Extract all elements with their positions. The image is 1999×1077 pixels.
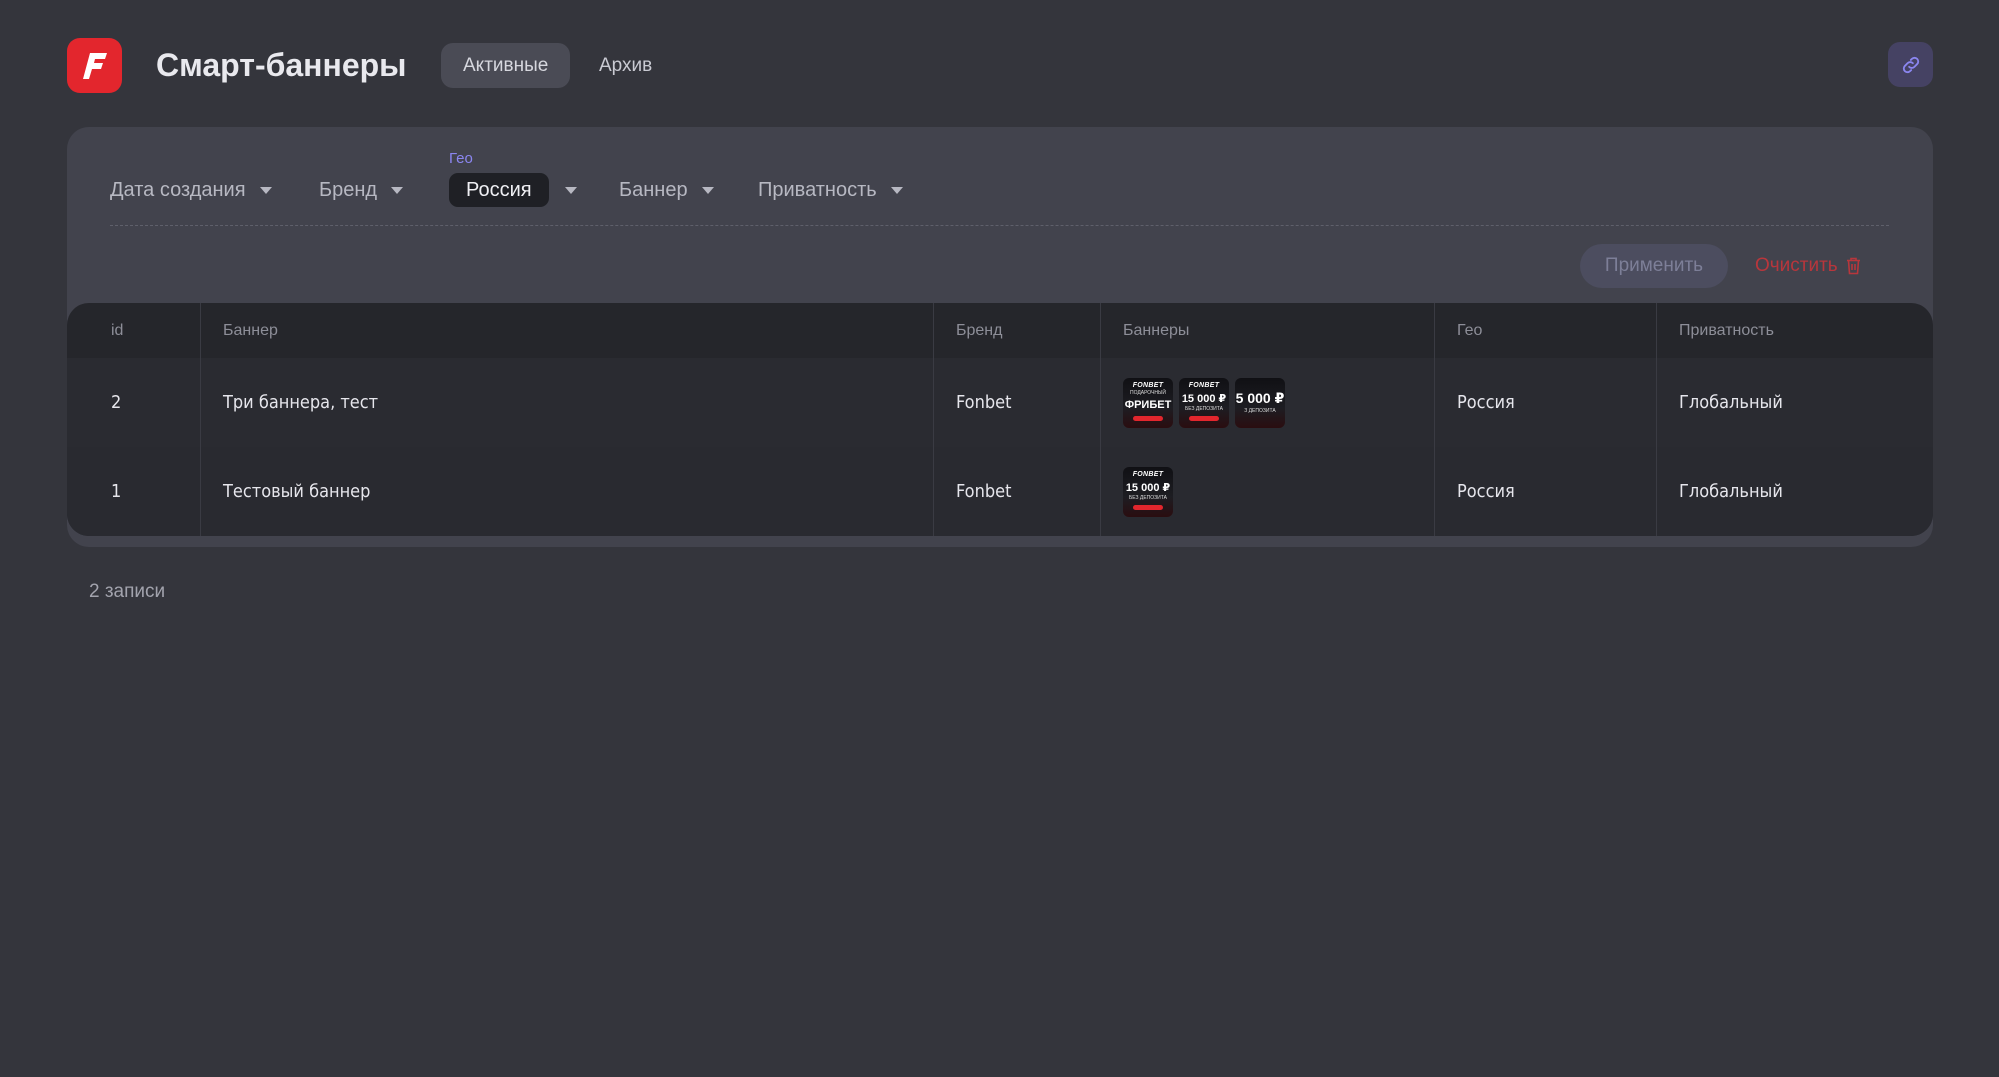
filter-banner[interactable]: Баннер — [619, 172, 714, 208]
column-divider — [1434, 303, 1435, 536]
cell-banner-name: Тестовый баннер — [223, 481, 371, 502]
page: Смарт-баннеры Активные Архив Дата создан… — [0, 0, 1999, 1077]
cell-brand: Fonbet — [956, 392, 1012, 413]
column-header-id[interactable]: id — [111, 303, 123, 358]
column-header-banner[interactable]: Баннер — [223, 303, 278, 358]
filter-privacy[interactable]: Приватность — [758, 172, 903, 208]
thumb-cta-bar — [1133, 415, 1163, 421]
filter-divider — [110, 225, 1889, 226]
filter-banner-label: Баннер — [619, 178, 688, 201]
table-row[interactable]: 1 Тестовый баннер Fonbet FONBET 15 000 ₽… — [67, 447, 1933, 536]
page-title: Смарт-баннеры — [156, 47, 407, 83]
banner-thumbnail[interactable]: 5 000 ₽ З ДЕПОЗИТА — [1235, 377, 1285, 428]
cell-geo: Россия — [1457, 392, 1515, 413]
thumb-headline: 15 000 ₽ — [1181, 392, 1227, 405]
cell-id: 1 — [111, 481, 122, 502]
column-header-privacy[interactable]: Приватность — [1679, 303, 1774, 358]
cell-id: 2 — [111, 392, 122, 413]
cell-geo: Россия — [1457, 481, 1515, 502]
cell-banner-name: Три баннера, тест — [223, 392, 379, 413]
filter-geo[interactable]: Россия — [449, 172, 577, 208]
cell-privacy: Глобальный — [1679, 392, 1783, 413]
thumb-cta-bar — [1133, 504, 1163, 510]
records-count: 2 записи — [89, 581, 166, 602]
table-header: id Баннер Бренд Баннеры Гео Приватность — [67, 303, 1933, 358]
clear-button-label: Очистить — [1755, 255, 1838, 276]
banner-thumbnail[interactable]: FONBET 15 000 ₽ БЕЗ ДЕПОЗИТА — [1179, 377, 1229, 428]
filter-privacy-label: Приватность — [758, 178, 877, 201]
thumb-caption: БЕЗ ДЕПОЗИТА — [1129, 494, 1167, 501]
chevron-down-icon — [259, 186, 272, 194]
banner-thumbnail[interactable]: FONBET 15 000 ₽ БЕЗ ДЕПОЗИТА — [1123, 466, 1173, 517]
tab-archive[interactable]: Архив — [577, 43, 674, 88]
clear-button[interactable]: Очистить — [1755, 252, 1861, 280]
filter-geo-caption: Гео — [449, 150, 473, 167]
tab-active[interactable]: Активные — [441, 43, 571, 88]
banners-table: id Баннер Бренд Баннеры Гео Приватность … — [67, 303, 1933, 536]
geo-selected-chip[interactable]: Россия — [449, 173, 549, 207]
thumb-brand: FONBET — [1188, 381, 1220, 389]
column-divider — [200, 303, 201, 536]
chevron-down-icon — [890, 186, 903, 194]
column-header-banners[interactable]: Баннеры — [1123, 303, 1189, 358]
copy-link-button[interactable] — [1888, 42, 1933, 87]
apply-button[interactable]: Применить — [1580, 244, 1728, 288]
chevron-down-icon — [701, 186, 714, 194]
brand-logo[interactable] — [67, 38, 122, 93]
cell-brand: Fonbet — [956, 481, 1012, 502]
filter-date-label: Дата создания — [110, 178, 246, 201]
banner-thumbnail[interactable]: FONBET ПОДАРОЧНЫЙ ФРИБЕТ — [1123, 377, 1173, 428]
thumb-headline: 5 000 ₽ — [1235, 389, 1285, 406]
column-divider — [933, 303, 934, 536]
link-icon — [1902, 56, 1919, 73]
thumb-caption: БЕЗ ДЕПОЗИТА — [1185, 405, 1223, 412]
column-header-geo[interactable]: Гео — [1457, 303, 1482, 358]
column-divider — [1656, 303, 1657, 536]
thumb-brand: FONBET — [1132, 470, 1164, 478]
chevron-down-icon — [564, 186, 577, 194]
fonbet-logo-icon — [82, 52, 107, 79]
cell-banner-thumbs: FONBET ПОДАРОЧНЫЙ ФРИБЕТ FONBET 15 000 ₽… — [1123, 358, 1291, 447]
thumb-headline: ФРИБЕТ — [1124, 398, 1172, 411]
thumb-caption: З ДЕПОЗИТА — [1244, 407, 1276, 414]
column-header-brand[interactable]: Бренд — [956, 303, 1002, 358]
filter-brand[interactable]: Бренд — [319, 172, 404, 208]
table-row[interactable]: 2 Три баннера, тест Fonbet FONBET ПОДАРО… — [67, 358, 1933, 447]
cell-banner-thumbs: FONBET 15 000 ₽ БЕЗ ДЕПОЗИТА — [1123, 447, 1179, 536]
filter-date-created[interactable]: Дата создания — [110, 172, 272, 208]
thumb-brand: FONBET — [1132, 381, 1164, 389]
thumb-headline: 15 000 ₽ — [1125, 481, 1171, 494]
filter-brand-label: Бренд — [319, 178, 378, 201]
cell-privacy: Глобальный — [1679, 481, 1783, 502]
column-divider — [1100, 303, 1101, 536]
chevron-down-icon — [391, 186, 404, 194]
thumb-caption: ПОДАРОЧНЫЙ — [1129, 389, 1167, 396]
trash-icon — [1846, 257, 1860, 275]
thumb-cta-bar — [1189, 415, 1219, 421]
